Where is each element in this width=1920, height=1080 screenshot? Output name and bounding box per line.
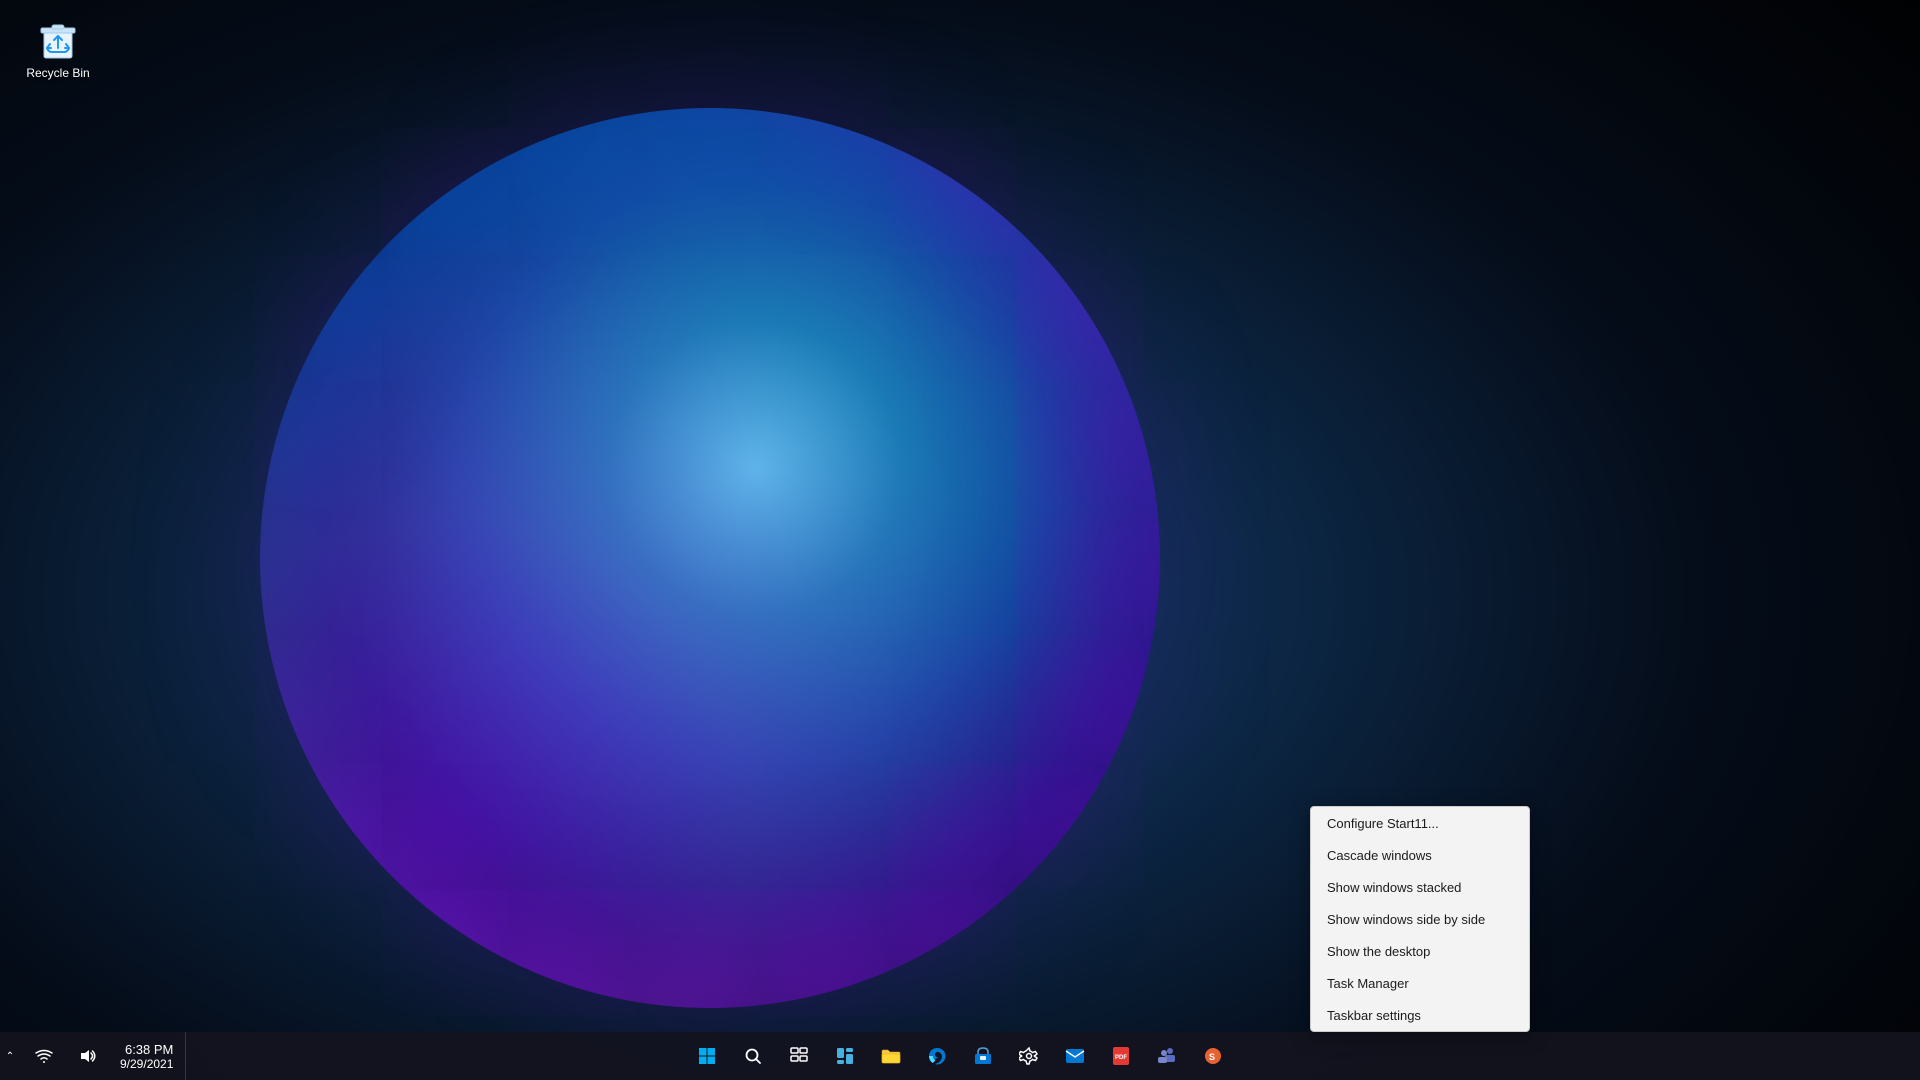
start-button[interactable] bbox=[687, 1036, 727, 1076]
teams-button[interactable] bbox=[1147, 1036, 1187, 1076]
volume-icon[interactable] bbox=[68, 1036, 108, 1076]
wallpaper-orb bbox=[260, 108, 1160, 1008]
taskbar-right: ⌃ 6:38 PM bbox=[0, 1032, 193, 1080]
svg-text:PDF: PDF bbox=[1115, 1055, 1127, 1061]
ms-store-button[interactable] bbox=[963, 1036, 1003, 1076]
taskbar-context-menu: Configure Start11... Cascade windows Sho… bbox=[1310, 806, 1530, 1032]
menu-item-show-windows-side-by-side[interactable]: Show windows side by side bbox=[1311, 903, 1529, 935]
search-button[interactable] bbox=[733, 1036, 773, 1076]
recycle-bin-image bbox=[34, 14, 82, 62]
desktop: Recycle Bin Configure Start11... Cascade… bbox=[0, 0, 1920, 1080]
taskbar: PDF S bbox=[0, 1032, 1920, 1080]
app-button[interactable]: S bbox=[1193, 1036, 1233, 1076]
menu-item-show-windows-stacked[interactable]: Show windows stacked bbox=[1311, 871, 1529, 903]
tray-expand-icon: ⌃ bbox=[6, 1051, 14, 1062]
menu-item-task-manager[interactable]: Task Manager bbox=[1311, 967, 1529, 999]
mail-button[interactable] bbox=[1055, 1036, 1095, 1076]
task-view-button[interactable] bbox=[779, 1036, 819, 1076]
tray-expand-button[interactable]: ⌃ bbox=[0, 1036, 20, 1076]
file-explorer-button[interactable] bbox=[871, 1036, 911, 1076]
show-desktop-button[interactable] bbox=[185, 1032, 193, 1080]
svg-text:S: S bbox=[1209, 1052, 1215, 1062]
menu-item-cascade-windows[interactable]: Cascade windows bbox=[1311, 839, 1529, 871]
recycle-bin-label: Recycle Bin bbox=[26, 66, 89, 82]
clock-time: 6:38 PM bbox=[125, 1042, 173, 1057]
menu-item-taskbar-settings[interactable]: Taskbar settings bbox=[1311, 999, 1529, 1031]
widgets-button[interactable] bbox=[825, 1036, 865, 1076]
settings-button[interactable] bbox=[1009, 1036, 1049, 1076]
recycle-bin-icon[interactable]: Recycle Bin bbox=[18, 10, 98, 86]
menu-item-show-the-desktop[interactable]: Show the desktop bbox=[1311, 935, 1529, 967]
clock-widget[interactable]: 6:38 PM 9/29/2021 bbox=[112, 1040, 181, 1073]
network-icon[interactable] bbox=[24, 1036, 64, 1076]
edge-button[interactable] bbox=[917, 1036, 957, 1076]
pdf-tool-button[interactable]: PDF bbox=[1101, 1036, 1141, 1076]
taskbar-center-icons: PDF S bbox=[687, 1036, 1233, 1076]
menu-item-configure-start11[interactable]: Configure Start11... bbox=[1311, 807, 1529, 839]
clock-date: 9/29/2021 bbox=[120, 1057, 173, 1071]
